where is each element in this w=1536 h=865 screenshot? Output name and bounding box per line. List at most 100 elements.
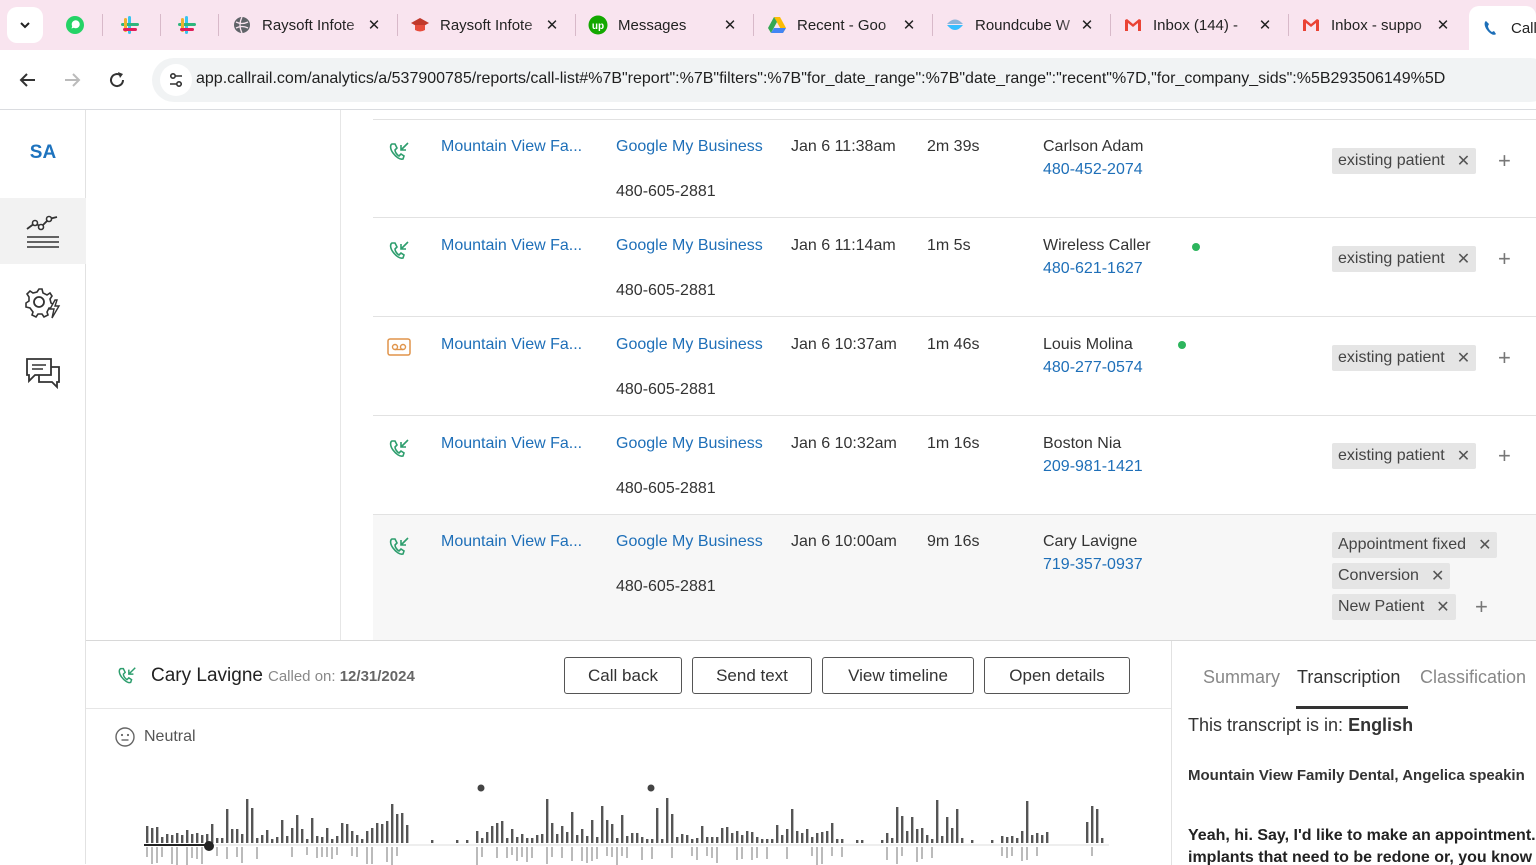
sidebar-item-settings[interactable] (0, 270, 86, 336)
reload-button[interactable] (102, 65, 132, 95)
close-tab-icon[interactable]: ✕ (720, 15, 740, 35)
company-link[interactable]: Mountain View Fa... (441, 138, 582, 156)
remove-tag-icon[interactable]: ✕ (1457, 249, 1470, 269)
open-details-button[interactable]: Open details (984, 657, 1130, 694)
close-tab-icon[interactable]: ✕ (542, 15, 562, 35)
speaker-bar (256, 838, 259, 843)
close-tab-icon[interactable]: ✕ (364, 15, 384, 35)
sidebar-item-conversations[interactable] (0, 340, 86, 406)
company-link[interactable]: Mountain View Fa... (441, 336, 582, 354)
close-tab-icon[interactable]: ✕ (899, 15, 919, 35)
listener-bar (736, 847, 738, 860)
tab-roundcube[interactable]: Roundcube W ✕ (933, 0, 1109, 50)
speaker-bar (556, 834, 559, 843)
account-avatar[interactable]: SA (0, 142, 86, 164)
address-bar[interactable]: app.callrail.com/analytics/a/537900785/r… (152, 58, 1536, 102)
audio-waveform[interactable] (144, 781, 1114, 865)
tab-slack-1[interactable] (108, 0, 158, 50)
source-link[interactable]: Google My Business (616, 336, 763, 354)
tab-summary[interactable]: Summary (1203, 667, 1280, 688)
add-tag-icon[interactable]: + (1475, 594, 1488, 620)
table-row[interactable]: Mountain View Fa... Google My Business 4… (373, 120, 1536, 218)
tab-classification[interactable]: Classification (1420, 667, 1526, 688)
tab-gmail-inbox[interactable]: Inbox (144) - ✕ (1111, 0, 1287, 50)
speaker-bar (161, 837, 164, 843)
listener-bar (606, 847, 608, 856)
remove-tag-icon[interactable]: ✕ (1457, 348, 1470, 368)
tab-raysoft-2[interactable]: Raysoft Infote ✕ (398, 0, 574, 50)
caller-number-link[interactable]: 209-981-1421 (1043, 458, 1143, 476)
table-row[interactable]: Mountain View Fa... Google My Business 4… (373, 417, 1536, 515)
speaker-bar (676, 837, 679, 843)
tab-callrail-active[interactable]: Call (1469, 6, 1536, 50)
table-row[interactable]: Mountain View Fa... Google My Business 4… (373, 219, 1536, 317)
table-row-selected[interactable]: Mountain View Fa... Google My Business 4… (373, 515, 1536, 640)
tab-raysoft-1[interactable]: Raysoft Infote ✕ (220, 0, 396, 50)
arrow-left-icon (19, 73, 35, 87)
speaker-bar (386, 821, 389, 843)
tab-search-button[interactable] (7, 7, 43, 43)
close-tab-icon[interactable]: ✕ (1433, 15, 1453, 35)
tracking-number: 480-605-2881 (616, 381, 716, 398)
tag-label: Conversion (1338, 567, 1419, 584)
forward-button[interactable] (57, 65, 87, 95)
caller-number-link[interactable]: 480-452-2074 (1043, 161, 1143, 179)
speaker-bar (431, 840, 434, 843)
view-timeline-button[interactable]: View timeline (822, 657, 974, 694)
speaker-bar (706, 837, 709, 843)
close-tab-icon[interactable]: ✕ (1077, 15, 1097, 35)
source-link[interactable]: Google My Business (616, 138, 763, 156)
speaker-bar (636, 833, 639, 843)
browser-tab-strip: Raysoft Infote ✕ Raysoft Infote ✕ up Mes… (0, 0, 1536, 50)
company-link[interactable]: Mountain View Fa... (441, 237, 582, 255)
tab-gmail-support[interactable]: Inbox - suppo ✕ (1289, 0, 1465, 50)
tab-google-drive[interactable]: Recent - Goo ✕ (755, 0, 931, 50)
graduation-cap-icon (410, 15, 430, 35)
remove-tag-icon[interactable]: ✕ (1457, 151, 1470, 171)
tab-title: Call (1511, 19, 1536, 37)
remove-tag-icon[interactable]: ✕ (1436, 597, 1449, 617)
add-tag-icon[interactable]: + (1498, 345, 1511, 371)
add-tag-icon[interactable]: + (1498, 246, 1511, 272)
call-date: Jan 6 11:38am (791, 138, 896, 155)
call-back-button[interactable]: Call back (564, 657, 682, 694)
tab-slack-2[interactable] (165, 0, 215, 50)
add-tag-icon[interactable]: + (1498, 148, 1511, 174)
speaker-bar (816, 833, 819, 843)
speaker-bar (911, 817, 914, 843)
source-link[interactable]: Google My Business (616, 237, 763, 255)
caller-number-link[interactable]: 719-357-0937 (1043, 556, 1143, 574)
source-link[interactable]: Google My Business (616, 533, 763, 551)
tab-messages[interactable]: up Messages ✕ (576, 0, 752, 50)
speaker-bar (836, 839, 839, 843)
speaker-bar (771, 839, 774, 843)
caller-number-link[interactable]: 480-621-1627 (1043, 260, 1143, 278)
tab-transcription[interactable]: Transcription (1297, 667, 1400, 688)
speaker-bar (296, 815, 299, 843)
caller-number-link[interactable]: 480-277-0574 (1043, 359, 1143, 377)
source-link[interactable]: Google My Business (616, 435, 763, 453)
remove-tag-icon[interactable]: ✕ (1431, 566, 1444, 586)
speaker-bar (1101, 838, 1104, 843)
speaker-bar (781, 835, 784, 843)
sidebar-item-analytics[interactable] (0, 198, 86, 264)
chat-bubbles-icon (26, 358, 60, 389)
back-button[interactable] (13, 65, 43, 95)
speaker-bar (716, 837, 719, 843)
site-info-icon[interactable] (160, 64, 192, 96)
remove-tag-icon[interactable]: ✕ (1457, 446, 1470, 466)
playhead-handle (204, 841, 214, 851)
caller-name: Boston Nia (1043, 435, 1122, 452)
add-tag-icon[interactable]: + (1498, 443, 1511, 469)
company-link[interactable]: Mountain View Fa... (441, 435, 582, 453)
table-row[interactable]: Mountain View Fa... Google My Business 4… (373, 318, 1536, 416)
company-link[interactable]: Mountain View Fa... (441, 533, 582, 551)
speaker-bar (916, 829, 919, 843)
send-text-button[interactable]: Send text (692, 657, 812, 694)
speaker-bar (931, 839, 934, 843)
remove-tag-icon[interactable]: ✕ (1478, 535, 1491, 555)
close-tab-icon[interactable]: ✕ (1255, 15, 1275, 35)
tab-whatsapp[interactable] (52, 0, 102, 50)
speaker-bar (646, 839, 649, 843)
app-sidebar: SA (0, 110, 86, 864)
